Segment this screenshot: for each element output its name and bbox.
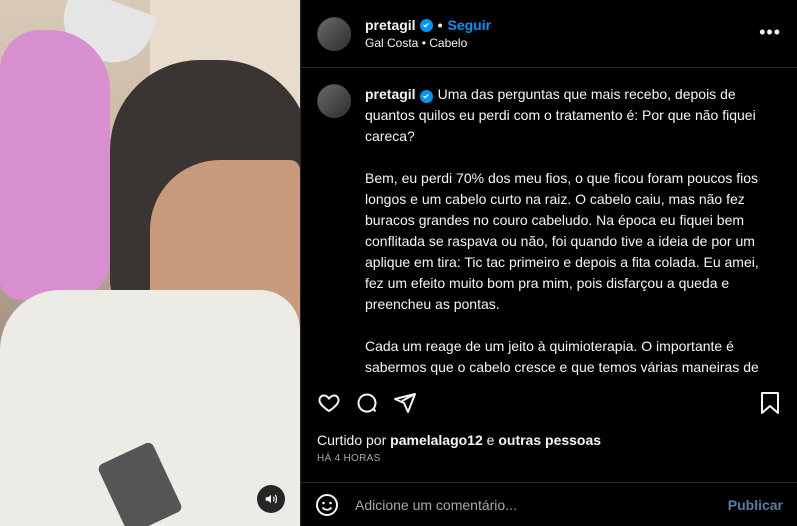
audio-label[interactable]: Gal Costa • Cabelo xyxy=(365,36,491,50)
caption: pretagil Uma das perguntas que mais receb… xyxy=(317,84,781,376)
others-link[interactable]: outras pessoas xyxy=(498,432,601,448)
caption-avatar[interactable] xyxy=(317,84,351,118)
post-header: pretagil • Seguir Gal Costa • Cabelo ••• xyxy=(301,0,797,68)
likes-summary: Curtido por pamelalago12 e outras pessoa… xyxy=(317,432,601,448)
comment-bar: Publicar xyxy=(301,482,797,526)
caption-username[interactable]: pretagil xyxy=(365,86,416,102)
likes-prefix: Curtido por xyxy=(317,432,387,448)
comment-icon[interactable] xyxy=(355,391,379,415)
timestamp: HÁ 4 HORAS xyxy=(317,453,381,464)
verified-icon xyxy=(419,18,433,32)
share-icon[interactable] xyxy=(393,391,417,415)
liked-by-user[interactable]: pamelalago12 xyxy=(390,432,483,448)
header-row: pretagil • Seguir xyxy=(365,17,491,33)
sound-icon xyxy=(265,494,277,504)
comment-input[interactable] xyxy=(353,495,728,514)
action-bar xyxy=(317,390,781,416)
more-options-icon[interactable]: ••• xyxy=(759,22,781,43)
caption-body: Uma das perguntas que mais recebo, depoi… xyxy=(365,86,759,375)
caption-text: pretagil Uma das perguntas que mais receb… xyxy=(365,84,781,376)
sound-toggle-button[interactable] xyxy=(257,485,285,513)
follow-button[interactable]: Seguir xyxy=(447,17,491,33)
publish-button[interactable]: Publicar xyxy=(728,497,783,513)
post-panel: pretagil • Seguir Gal Costa • Cabelo •••… xyxy=(300,0,797,526)
bookmark-icon[interactable] xyxy=(759,391,781,415)
heart-icon[interactable] xyxy=(317,391,341,415)
stylist-arm xyxy=(0,30,110,300)
post-viewer: pretagil • Seguir Gal Costa • Cabelo •••… xyxy=(0,0,797,526)
header-names: pretagil • Seguir Gal Costa • Cabelo xyxy=(365,17,491,50)
post-media[interactable] xyxy=(0,0,300,526)
separator: • xyxy=(437,17,443,33)
avatar[interactable] xyxy=(317,16,351,51)
likes-joiner: e xyxy=(486,432,495,448)
verified-icon xyxy=(419,89,433,103)
emoji-icon[interactable] xyxy=(315,493,339,517)
username[interactable]: pretagil xyxy=(365,17,416,33)
